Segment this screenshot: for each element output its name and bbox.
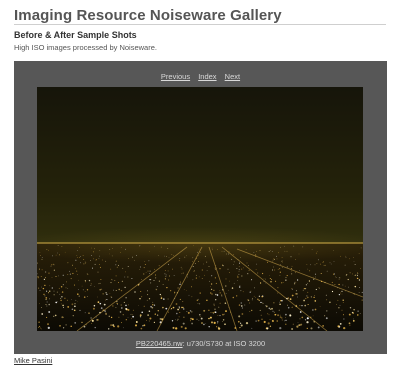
gallery-nav: Previous Index Next: [14, 72, 387, 82]
photo-details: : u730/S730 at ISO 3200: [182, 339, 266, 348]
night-city-image: [37, 87, 363, 331]
photo-file-link[interactable]: PB220465.nw: [136, 339, 183, 348]
previous-link[interactable]: Previous: [161, 72, 190, 81]
gallery-page: Imaging Resource Noiseware Gallery Befor…: [0, 0, 400, 374]
section-description: High ISO images processed by Noiseware.: [14, 43, 157, 52]
index-link[interactable]: Index: [198, 72, 216, 81]
title-divider: [14, 24, 386, 25]
author-link[interactable]: Mike Pasini: [14, 356, 52, 365]
section-heading: Before & After Sample Shots: [14, 30, 137, 40]
photo-caption: PB220465.nw: u730/S730 at ISO 3200: [14, 339, 387, 349]
gallery-photo[interactable]: [37, 87, 363, 331]
gallery-frame: Previous Index Next PB220465.nw: u730/S7…: [14, 61, 387, 354]
page-title: Imaging Resource Noiseware Gallery: [14, 7, 282, 24]
next-link[interactable]: Next: [225, 72, 240, 81]
